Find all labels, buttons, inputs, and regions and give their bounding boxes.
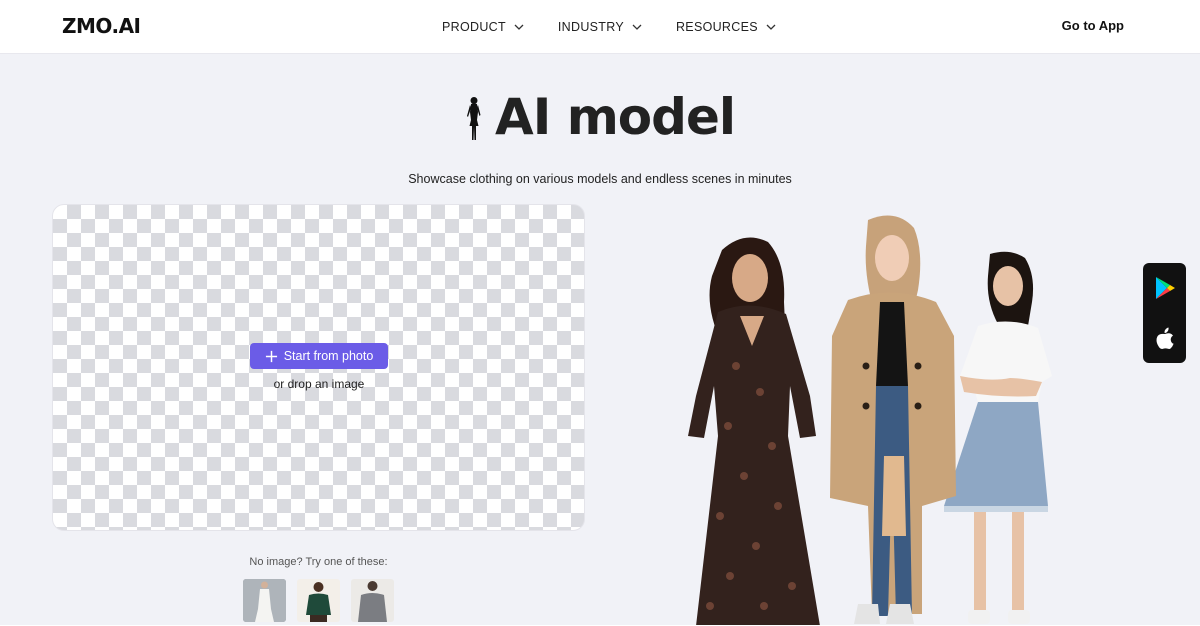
- sample-thumbnail: [243, 579, 286, 622]
- start-from-photo-label: Start from photo: [283, 349, 374, 363]
- sample-thumbnail: [351, 579, 394, 622]
- chevron-down-icon: [766, 24, 776, 30]
- go-to-app-link[interactable]: Go to App: [1062, 18, 1124, 33]
- model-left: [688, 237, 820, 626]
- page-title: AI model: [0, 88, 1200, 146]
- nav-resources-label: RESOURCES: [675, 20, 758, 34]
- main-nav: PRODUCT INDUSTRY RESOURCES: [442, 0, 810, 54]
- chevron-down-icon: [514, 24, 524, 30]
- sample-image-green-top[interactable]: [297, 579, 340, 622]
- plus-icon: [265, 350, 277, 362]
- nav-product-label: PRODUCT: [442, 20, 506, 34]
- hero-subtitle: Showcase clothing on various models and …: [408, 172, 792, 186]
- hero-title-text: AI model: [495, 88, 736, 146]
- google-play-icon: [1155, 277, 1175, 299]
- app-download-widget: [1143, 263, 1186, 363]
- google-play-button[interactable]: [1143, 263, 1186, 313]
- nav-industry-label: INDUSTRY: [557, 20, 624, 34]
- header: ZMO.AI PRODUCT INDUSTRY RESOURCES Go to …: [0, 0, 1200, 54]
- logo[interactable]: ZMO.AI: [62, 14, 141, 38]
- drop-image-hint: or drop an image: [273, 377, 365, 391]
- sample-images-label: No image? Try one of these:: [249, 556, 388, 568]
- apple-icon: [1156, 327, 1174, 350]
- ai-models-image: [688, 215, 1052, 626]
- start-from-photo-button[interactable]: Start from photo: [250, 343, 388, 369]
- sample-thumbnail: [297, 579, 340, 622]
- model-silhouette-icon: [467, 97, 481, 140]
- model-right: [944, 251, 1052, 624]
- sample-image-white-dress[interactable]: [243, 579, 286, 622]
- app-store-button[interactable]: [1143, 313, 1186, 363]
- nav-resources[interactable]: RESOURCES: [676, 20, 776, 34]
- sample-images: [243, 579, 394, 622]
- nav-product[interactable]: PRODUCT: [442, 20, 524, 34]
- model-middle: [830, 215, 956, 624]
- nav-industry[interactable]: INDUSTRY: [558, 20, 642, 34]
- chevron-down-icon: [632, 24, 642, 30]
- sample-image-gray-sweater[interactable]: [351, 579, 394, 622]
